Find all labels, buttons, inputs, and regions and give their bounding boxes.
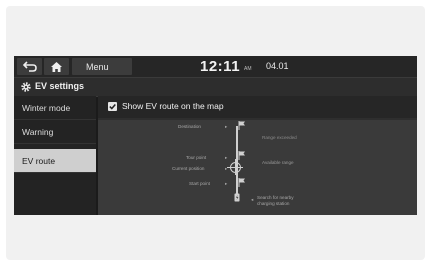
destination-arrow: ▸ — [225, 124, 228, 129]
start-point-label: Start point — [189, 181, 210, 186]
search-station-line2: charging station — [257, 201, 290, 206]
ev-route-diagram: Destination ▸ Tour point ▸ Current posit… — [98, 120, 417, 215]
destination-label: Destination — [178, 124, 201, 129]
sidebar-item-warning[interactable]: Warning — [14, 120, 96, 144]
clock-time: 12:11 — [200, 58, 241, 75]
gear-icon — [21, 82, 31, 92]
tour-point-label: Tour point — [186, 155, 207, 160]
sidebar-item-label: Warning — [22, 126, 54, 137]
menu-button[interactable]: Menu — [72, 58, 132, 75]
range-exceeded-label: Range exceeded — [262, 135, 297, 140]
show-ev-route-checkbox[interactable] — [108, 102, 117, 111]
page-title: EV settings — [35, 81, 85, 91]
search-station-line1: Search for nearby — [257, 195, 294, 200]
checkmark-icon — [109, 104, 116, 110]
charging-station-icon — [234, 193, 240, 202]
sidebar-item-winter-mode[interactable]: Winter mode — [14, 96, 96, 120]
sidebar-item-ev-route[interactable]: EV route — [14, 149, 96, 173]
current-position-label: Current position — [172, 166, 205, 171]
back-button[interactable] — [17, 58, 42, 75]
content-panel: Show EV route on the map Destination ▸ T… — [98, 96, 417, 215]
infotainment-screen: Menu 12:11 AM 04.01 EV settings Winter m… — [14, 56, 417, 215]
station-arrow: ◂ — [251, 197, 254, 202]
start-point-arrow: ▸ — [225, 181, 228, 186]
clock-date: 04.01 — [266, 61, 289, 71]
back-arrow-icon — [22, 61, 37, 72]
current-position-icon — [227, 159, 243, 175]
tour-point-flag-icon — [238, 151, 245, 160]
menu-button-label: Menu — [86, 61, 109, 72]
show-ev-route-label: Show EV route on the map — [122, 101, 224, 111]
destination-flag-icon — [238, 121, 245, 130]
sidebar: Winter mode Warning EV route — [14, 96, 96, 215]
sidebar-item-label: EV route — [22, 155, 56, 166]
page-header: EV settings — [14, 77, 417, 97]
clock-ampm: AM — [244, 66, 252, 72]
tour-point-arrow: ▸ — [225, 155, 228, 160]
home-button[interactable] — [44, 58, 69, 75]
start-point-flag-icon — [238, 178, 245, 187]
home-icon — [51, 61, 62, 72]
show-ev-route-option[interactable]: Show EV route on the map — [98, 96, 417, 118]
sidebar-item-label: Winter mode — [22, 102, 71, 113]
available-range-label: Available range — [262, 160, 294, 165]
top-bar: Menu 12:11 AM 04.01 — [14, 56, 417, 77]
